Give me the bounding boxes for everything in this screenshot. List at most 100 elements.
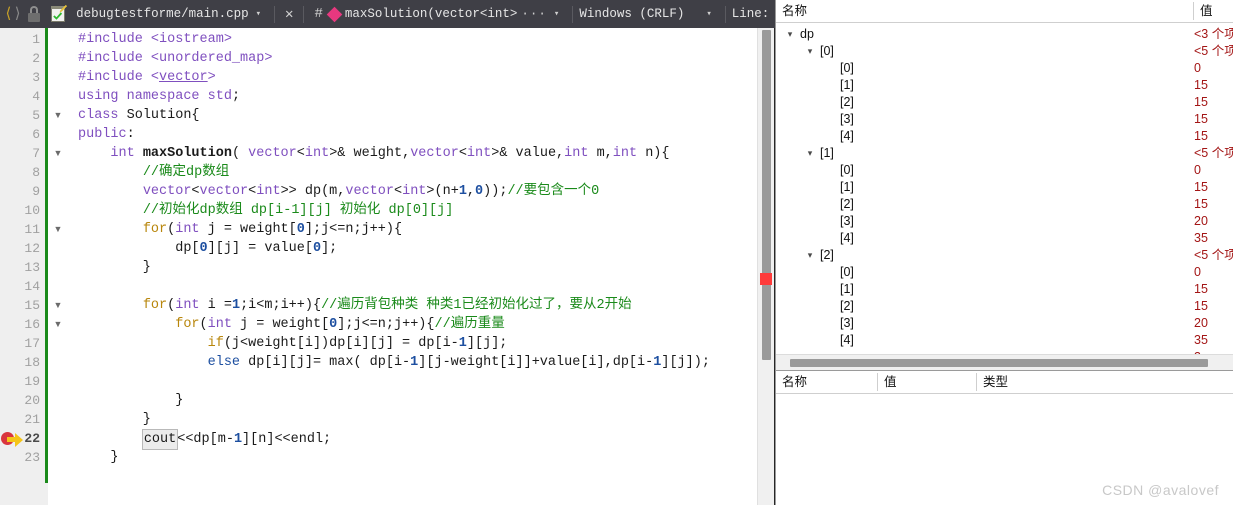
locals-tree-row[interactable]: [3] 20 xyxy=(776,315,1233,332)
code-folding-gutter[interactable]: ▼ ▼ ▼ ▼ ▼ xyxy=(48,28,70,505)
locals-scrollbar-thumb[interactable] xyxy=(790,359,1208,367)
watch-column-name[interactable]: 名称 xyxy=(776,371,807,393)
locals-tree-row[interactable]: [4] 35 xyxy=(776,230,1233,247)
line-number: 5 xyxy=(32,108,40,123)
locals-tree-row[interactable]: [1] 15 xyxy=(776,77,1233,94)
code-line[interactable]: public: xyxy=(78,125,135,144)
code-line[interactable]: int maxSolution( vector<int>& weight,vec… xyxy=(78,144,669,163)
code-line[interactable]: if(j<weight[i])dp[i][j] = dp[i-1][j]; xyxy=(78,334,508,353)
chevron-down-icon[interactable]: ▾ xyxy=(804,43,816,60)
locals-tree-row[interactable]: [2] 15 xyxy=(776,196,1233,213)
code-line[interactable]: else dp[i][j]= max( dp[i-1][j-weight[i]]… xyxy=(78,353,710,372)
locals-tree-row[interactable]: ▾ [2] <5 个项> xyxy=(776,247,1233,264)
locals-tree-row[interactable]: [3] 20 xyxy=(776,213,1233,230)
encoding-dropdown-caret-icon[interactable]: ▾ xyxy=(706,9,711,19)
scrollbar-thumb[interactable] xyxy=(762,30,771,360)
line-number: 15 xyxy=(24,298,40,313)
locals-row-value: 20 xyxy=(1194,316,1208,330)
line-number: 10 xyxy=(24,203,40,218)
locals-row-value: 0 xyxy=(1194,163,1201,177)
locals-row-value: 15 xyxy=(1194,180,1208,194)
toolbar-divider-3 xyxy=(572,5,574,23)
locals-row-value: 0 xyxy=(1194,265,1201,279)
locals-row-name: [0] xyxy=(840,265,854,279)
close-file-button[interactable]: ✕ xyxy=(285,6,293,23)
code-line[interactable]: vector<vector<int>> dp(m,vector<int>(n+1… xyxy=(78,182,599,201)
code-line[interactable]: #include <iostream> xyxy=(78,30,232,49)
chevron-left-icon[interactable]: ⟨ xyxy=(4,7,13,22)
watch-column-type[interactable]: 类型 xyxy=(977,371,1008,393)
editor-toolbar: ⟨ ⟩ debugtestforme/main.cpp ▾ ✕ # maxSol… xyxy=(0,0,775,28)
code-line[interactable]: for(int j = weight[0];j<=n;j++){//遍历重量 xyxy=(78,315,504,334)
locals-tree-row[interactable]: [1] 15 xyxy=(776,281,1233,298)
locals-row-value: <3 个项> xyxy=(1194,27,1233,41)
fold-toggle-icon[interactable]: ▼ xyxy=(52,106,64,125)
chevron-down-icon[interactable]: ▾ xyxy=(804,247,816,264)
locals-column-value[interactable]: 值 xyxy=(1194,0,1213,22)
code-line[interactable]: //确定dp数组 xyxy=(78,163,229,182)
fold-toggle-icon[interactable]: ▼ xyxy=(52,315,64,334)
locals-tree-row[interactable]: [2] 15 xyxy=(776,94,1233,111)
unlocked-padlock-icon[interactable] xyxy=(25,5,43,23)
editor-vertical-scrollbar[interactable] xyxy=(757,28,775,505)
locals-column-name[interactable]: 名称 xyxy=(776,0,1194,22)
locals-row-value: 15 xyxy=(1194,282,1208,296)
locals-horizontal-scrollbar[interactable] xyxy=(776,354,1233,370)
chevron-down-icon[interactable]: ▾ xyxy=(784,26,796,43)
locals-tree-row[interactable]: [0] 0 xyxy=(776,264,1233,281)
locals-tree-row[interactable]: [0] 0 xyxy=(776,162,1233,179)
locals-tree-row[interactable]: [2] 15 xyxy=(776,298,1233,315)
code-line[interactable]: for(int j = weight[0];j<=n;j++){ xyxy=(78,220,402,239)
locals-tree-row[interactable]: [3] 15 xyxy=(776,111,1233,128)
code-editor[interactable]: 1 2 3 4 5 6 7 8 9 10 11 12 13 14 15 16 17 18 19 20 21 22 23 ▼ ▼… xyxy=(0,28,775,505)
locals-row-name: dp xyxy=(800,27,814,41)
fold-toggle-icon[interactable]: ▼ xyxy=(52,296,64,315)
locals-row-name: [0] xyxy=(820,44,834,58)
code-line[interactable]: } xyxy=(78,448,118,467)
locals-tree-row[interactable]: [0] 0 xyxy=(776,60,1233,77)
code-line[interactable]: using namespace std; xyxy=(78,87,240,106)
locals-panel: 名称 值 ▾dp<3 个项>▾[0]<5 个项>[0]0[1]15[2]15[3… xyxy=(776,0,1233,370)
file-path-label[interactable]: debugtestforme/main.cpp xyxy=(76,7,249,21)
code-line[interactable]: } xyxy=(78,410,151,429)
locals-row-name: [3] xyxy=(840,112,854,126)
locals-row-name: [2] xyxy=(840,299,854,313)
locals-tree-row[interactable]: ▾ [0] <5 个项> xyxy=(776,43,1233,60)
locals-row-name: [2] xyxy=(840,197,854,211)
code-line[interactable]: cout<<dp[m-1][n]<<endl; xyxy=(78,429,331,450)
code-line[interactable]: class Solution{ xyxy=(78,106,200,125)
locals-tree-row[interactable]: ▾ [1] <5 个项> xyxy=(776,145,1233,162)
watch-column-value[interactable]: 值 xyxy=(878,371,897,393)
locals-row-name: [1] xyxy=(840,180,854,194)
file-dropdown-caret-icon[interactable]: ▾ xyxy=(256,9,261,19)
symbol-dropdown-caret-icon[interactable]: ▾ xyxy=(554,9,559,19)
chevron-right-icon[interactable]: ⟩ xyxy=(13,7,22,22)
line-number: 12 xyxy=(24,241,40,256)
code-line[interactable]: dp[0][j] = value[0]; xyxy=(78,239,337,258)
encoding-label[interactable]: Windows (CRLF) xyxy=(579,7,684,21)
hash-icon[interactable]: # xyxy=(310,6,326,22)
code-line[interactable]: #include <vector> xyxy=(78,68,216,87)
locals-row-name: [0] xyxy=(840,61,854,75)
code-line[interactable]: #include <unordered_map> xyxy=(78,49,272,68)
ide-window: ⟨ ⟩ debugtestforme/main.cpp ▾ ✕ # maxSol… xyxy=(0,0,1233,505)
fold-toggle-icon[interactable]: ▼ xyxy=(52,144,64,163)
symbol-ellipsis: ··· xyxy=(521,7,547,21)
chevron-down-icon[interactable]: ▾ xyxy=(804,145,816,162)
fold-toggle-icon[interactable]: ▼ xyxy=(52,220,64,239)
debug-panels-column: 名称 值 ▾dp<3 个项>▾[0]<5 个项>[0]0[1]15[2]15[3… xyxy=(775,0,1233,505)
locals-tree-row[interactable]: ▾ dp <3 个项> xyxy=(776,26,1233,43)
code-line[interactable]: //初始化dp数组 dp[i-1][j] 初始化 dp[0][j] xyxy=(78,201,454,220)
symbol-label[interactable]: maxSolution(vector<int> xyxy=(345,7,518,21)
code-line[interactable]: } xyxy=(78,258,151,277)
code-text-area[interactable]: #include <iostream> #include <unordered_m… xyxy=(70,28,775,505)
locals-row-name: [2] xyxy=(820,248,834,262)
locals-tree-row[interactable]: [4] 35 xyxy=(776,332,1233,349)
line-number-gutter[interactable]: 1 2 3 4 5 6 7 8 9 10 11 12 13 14 15 16 17 18 19 20 21 22 23 xyxy=(0,28,48,505)
locals-row-name: [0] xyxy=(840,163,854,177)
code-line[interactable]: for(int i =1;i<m;i++){//遍历背包种类 种类1已经初始化过… xyxy=(78,296,632,315)
locals-tree-row[interactable]: [1] 15 xyxy=(776,179,1233,196)
locals-tree[interactable]: ▾dp<3 个项>▾[0]<5 个项>[0]0[1]15[2]15[3]15[4… xyxy=(776,23,1233,370)
code-line[interactable]: } xyxy=(78,391,183,410)
locals-tree-row[interactable]: [4] 15 xyxy=(776,128,1233,145)
